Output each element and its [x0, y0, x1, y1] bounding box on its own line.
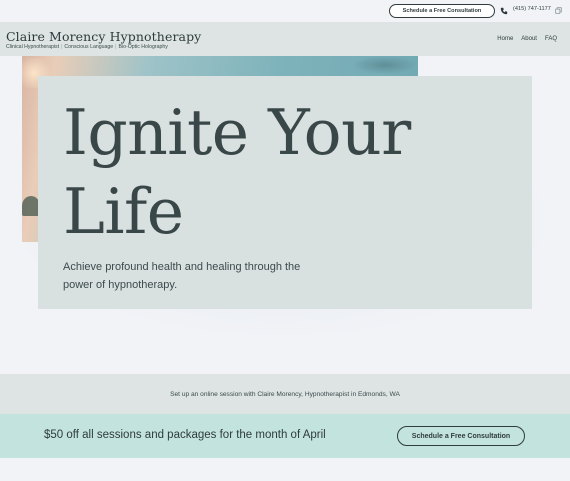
phone-number[interactable]: (415) 747-1177: [513, 6, 551, 12]
nav-about[interactable]: About: [521, 36, 537, 42]
page-footer-space: [0, 458, 570, 481]
copy-icon[interactable]: [555, 7, 562, 14]
nav-faq[interactable]: FAQ: [545, 36, 557, 42]
site-header: Claire Morency Hypnotherapy Clinical Hyp…: [0, 22, 570, 56]
hero-title: Ignite Your Life: [63, 96, 411, 248]
online-session-strip: Set up an online session with Claire Mor…: [0, 374, 570, 414]
site-title[interactable]: Claire Morency Hypnotherapy: [6, 29, 201, 44]
cloud-shape: [352, 56, 418, 74]
subtitle-conscious-language: Conscious Language: [64, 44, 114, 50]
hero-tagline: Achieve profound health and healing thro…: [63, 261, 301, 291]
schedule-consultation-button-promo[interactable]: Schedule a Free Consultation: [397, 426, 525, 446]
subtitle-clinical: Clinical Hypnotherapist: [6, 44, 60, 50]
phone-icon: [500, 7, 508, 15]
top-utility-bar: Schedule a Free Consultation (415) 747-1…: [0, 0, 570, 22]
schedule-consultation-button-top[interactable]: Schedule a Free Consultation: [389, 4, 495, 18]
site-subtitle: Clinical Hypnotherapist | Conscious Langua…: [6, 44, 168, 50]
nav-home[interactable]: Home: [497, 36, 513, 42]
online-session-text: Set up an online session with Claire Mor…: [170, 390, 400, 398]
promo-text: $50 off all sessions and packages for th…: [44, 429, 326, 441]
main-nav: Home About FAQ: [497, 36, 557, 42]
subtitle-bio-optic: Bio-Optic Holography: [118, 44, 168, 50]
